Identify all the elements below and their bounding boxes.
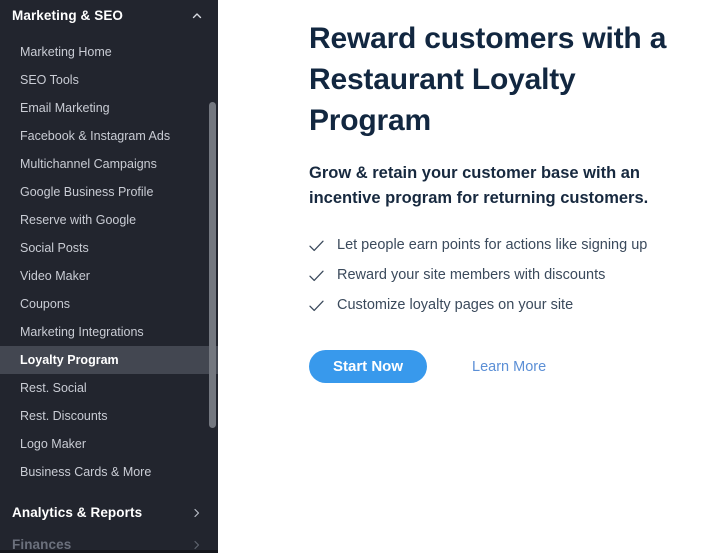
sidebar-item-label: Coupons bbox=[20, 297, 71, 311]
sidebar-item-business-cards-more[interactable]: Business Cards & More bbox=[0, 458, 218, 486]
sidebar-item-label: Multichannel Campaigns bbox=[20, 157, 157, 171]
sidebar-item-reserve-with-google[interactable]: Reserve with Google bbox=[0, 206, 218, 234]
start-now-button[interactable]: Start Now bbox=[309, 350, 428, 383]
learn-more-link[interactable]: Learn More bbox=[472, 359, 546, 375]
check-icon bbox=[309, 266, 337, 285]
sidebar-item-rest-discounts[interactable]: Rest. Discounts bbox=[0, 402, 218, 430]
sidebar-section-title: Analytics & Reports bbox=[12, 505, 143, 520]
list-item: Customize loyalty pages on your site bbox=[309, 296, 700, 315]
sidebar-section-title: Finances bbox=[12, 537, 72, 552]
sidebar-item-label: Reserve with Google bbox=[20, 213, 137, 227]
page-title: Reward customers with a Restaurant Loyal… bbox=[309, 22, 667, 137]
sidebar-section-marketing-seo[interactable]: Marketing & SEO bbox=[0, 0, 218, 31]
promo-panel: Reward customers with a Restaurant Loyal… bbox=[218, 0, 726, 383]
sidebar-item-label: Video Maker bbox=[20, 269, 90, 283]
sidebar-item-social-posts[interactable]: Social Posts bbox=[0, 234, 218, 262]
sidebar-scroll-region: Marketing & SEO Marketing Home SEO Tools… bbox=[0, 0, 218, 552]
app-root: Marketing & SEO Marketing Home SEO Tools… bbox=[0, 0, 726, 553]
sidebar-section-finances[interactable]: Finances bbox=[0, 529, 218, 552]
sidebar-item-marketing-integrations[interactable]: Marketing Integrations bbox=[0, 318, 218, 346]
feature-text: Let people earn points for actions like … bbox=[337, 237, 648, 253]
sidebar-item-label: Marketing Integrations bbox=[20, 325, 144, 339]
sidebar-section-analytics-reports[interactable]: Analytics & Reports bbox=[0, 497, 218, 528]
sidebar-item-label: Rest. Discounts bbox=[20, 409, 108, 423]
sidebar-item-facebook-instagram-ads[interactable]: Facebook & Instagram Ads bbox=[0, 122, 218, 150]
sidebar-item-label: Logo Maker bbox=[20, 437, 87, 451]
sidebar-item-rest-social[interactable]: Rest. Social bbox=[0, 374, 218, 402]
sidebar: Marketing & SEO Marketing Home SEO Tools… bbox=[0, 0, 218, 553]
chevron-up-icon[interactable] bbox=[190, 9, 204, 23]
sidebar-item-label: Email Marketing bbox=[20, 101, 110, 115]
sidebar-item-email-marketing[interactable]: Email Marketing bbox=[0, 94, 218, 122]
sidebar-item-label: Loyalty Program bbox=[20, 353, 119, 367]
sidebar-item-coupons[interactable]: Coupons bbox=[0, 290, 218, 318]
sidebar-item-label: Business Cards & More bbox=[20, 465, 152, 479]
sidebar-scrollbar-track[interactable] bbox=[209, 0, 216, 550]
sidebar-item-multichannel-campaigns[interactable]: Multichannel Campaigns bbox=[0, 150, 218, 178]
chevron-right-icon[interactable] bbox=[190, 538, 204, 551]
sidebar-item-label: Social Posts bbox=[20, 241, 89, 255]
list-item: Let people earn points for actions like … bbox=[309, 236, 700, 255]
sidebar-item-label: Rest. Social bbox=[20, 381, 87, 395]
sidebar-item-label: Marketing Home bbox=[20, 45, 112, 59]
feature-list: Let people earn points for actions like … bbox=[309, 236, 700, 315]
feature-text: Customize loyalty pages on your site bbox=[337, 297, 574, 313]
sidebar-item-marketing-home[interactable]: Marketing Home bbox=[0, 38, 218, 66]
main-content: Reward customers with a Restaurant Loyal… bbox=[218, 0, 726, 553]
chevron-right-icon[interactable] bbox=[190, 506, 204, 520]
check-icon bbox=[309, 236, 337, 255]
sidebar-item-loyalty-program[interactable]: Loyalty Program bbox=[0, 346, 218, 374]
feature-text: Reward your site members with discounts bbox=[337, 267, 606, 283]
sidebar-item-video-maker[interactable]: Video Maker bbox=[0, 262, 218, 290]
check-icon bbox=[309, 296, 337, 315]
sidebar-item-logo-maker[interactable]: Logo Maker bbox=[0, 430, 218, 458]
list-item: Reward your site members with discounts bbox=[309, 266, 700, 285]
cta-row: Start Now Learn More bbox=[309, 350, 700, 383]
sidebar-item-label: SEO Tools bbox=[20, 73, 79, 87]
sidebar-scrollbar-thumb[interactable] bbox=[209, 102, 216, 428]
sidebar-item-seo-tools[interactable]: SEO Tools bbox=[0, 66, 218, 94]
sidebar-item-label: Facebook & Instagram Ads bbox=[20, 129, 171, 143]
sidebar-section-title: Marketing & SEO bbox=[12, 8, 124, 23]
sidebar-item-google-business-profile[interactable]: Google Business Profile bbox=[0, 178, 218, 206]
sidebar-item-label: Google Business Profile bbox=[20, 185, 154, 199]
page-subtitle: Grow & retain your customer base with an… bbox=[309, 164, 649, 207]
